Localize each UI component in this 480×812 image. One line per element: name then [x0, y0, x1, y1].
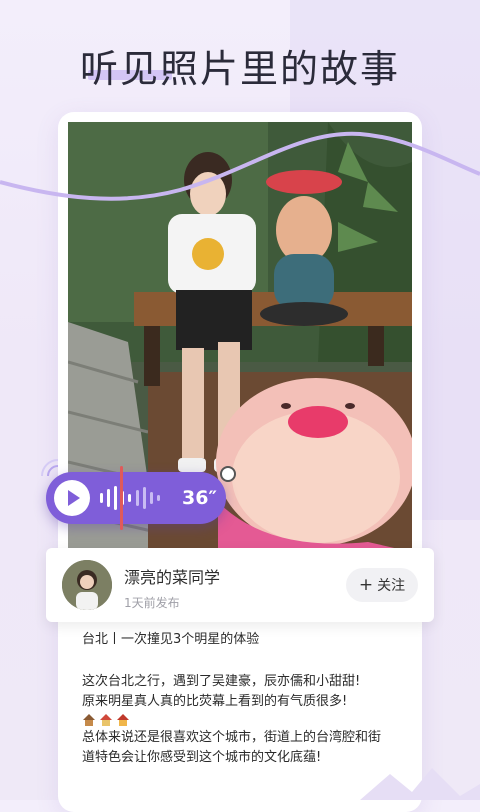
page-headline: 听见照片里的故事: [79, 47, 400, 91]
mountain-decoration: [360, 768, 480, 800]
post-line: 这次台北之行，遇到了吴建豪，辰亦儒和小甜甜!: [82, 674, 361, 689]
follow-label: 关注: [377, 578, 406, 594]
post-line: 原来明星真人真的比荧幕上看到的有气质很多!: [82, 694, 348, 709]
avatar[interactable]: [62, 560, 112, 610]
decorative-curve: [0, 131, 480, 201]
author-name[interactable]: 漂亮的菜同学: [124, 564, 220, 588]
voice-player[interactable]: 36″: [46, 472, 226, 524]
author-bar: 漂亮的菜同学 1天前发布 + 关注: [46, 548, 434, 622]
house-emoji-icon: [100, 714, 112, 726]
house-emoji-row: [82, 713, 412, 727]
post-time: 1天前发布: [124, 596, 180, 610]
play-icon[interactable]: [54, 480, 90, 516]
audio-waveform: [100, 486, 160, 510]
plus-icon: +: [358, 575, 374, 595]
post-title: 台北丨一次撞见3个明星的体验: [82, 632, 260, 647]
audio-duration: 36″: [182, 487, 217, 509]
avatar-image: [62, 560, 112, 610]
post-line: 总体来说还是很喜欢这个城市，街道上的台湾腔和街: [82, 730, 382, 745]
playback-progress-marker[interactable]: [120, 466, 123, 530]
house-emoji-icon: [83, 714, 95, 726]
follow-button[interactable]: + 关注: [346, 568, 418, 602]
house-emoji-icon: [117, 714, 129, 726]
post-content: 台北丨一次撞见3个明星的体验 这次台北之行，遇到了吴建豪，辰亦儒和小甜甜! 原来…: [82, 630, 412, 768]
drag-handle[interactable]: [220, 466, 236, 482]
